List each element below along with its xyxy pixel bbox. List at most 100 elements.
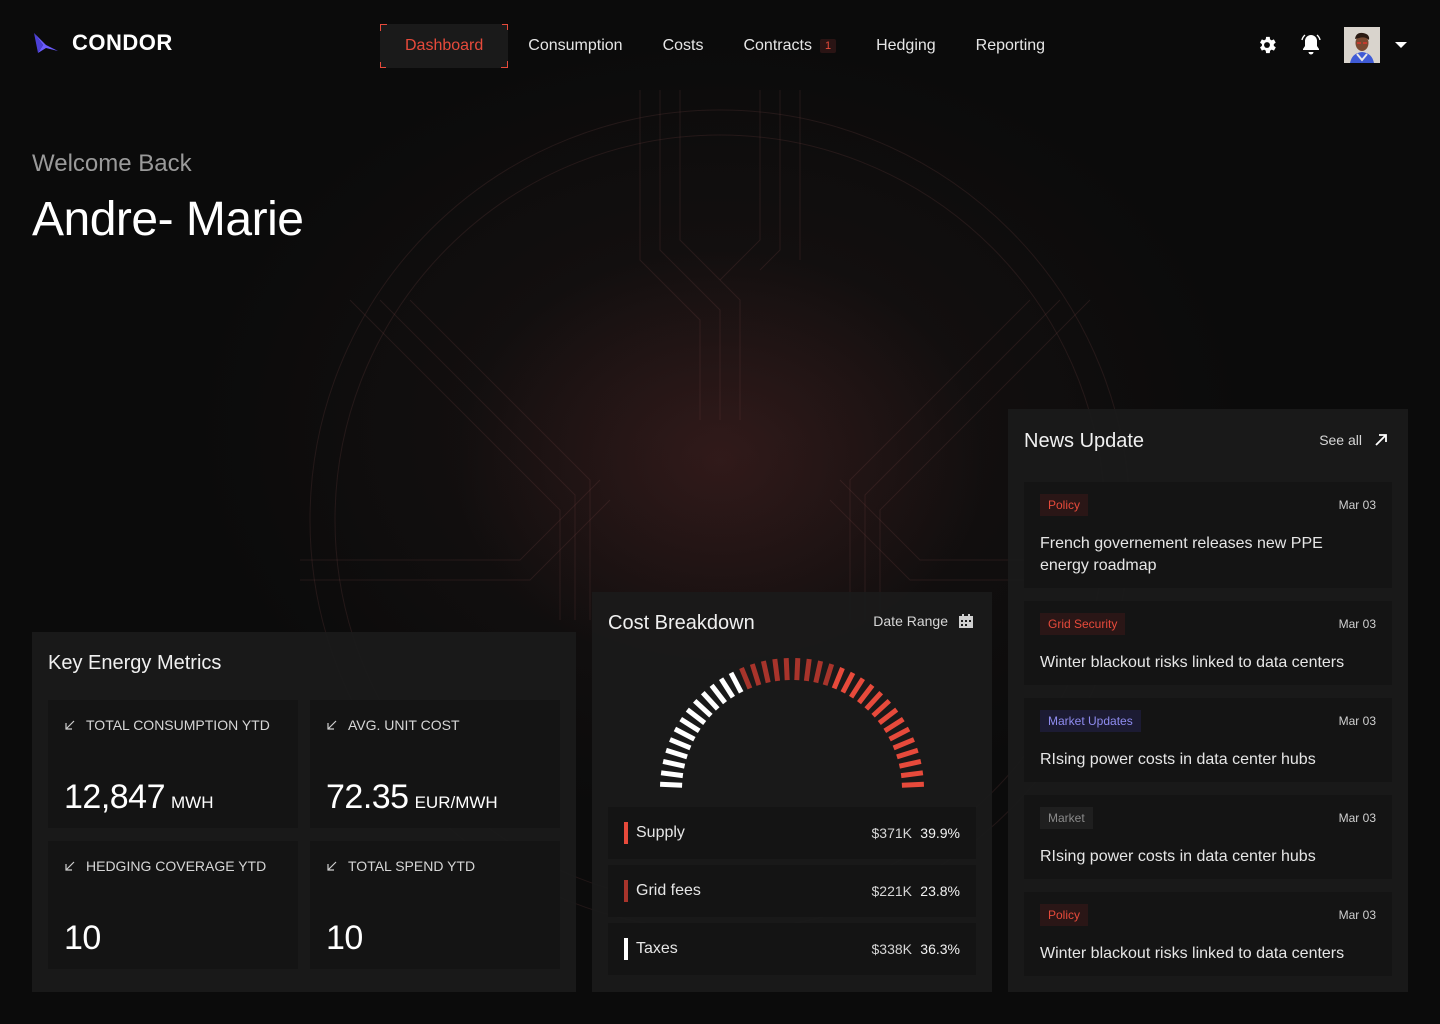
nav-dashboard-label: Dashboard: [405, 37, 484, 54]
metric-value: 12,847: [64, 778, 166, 816]
arrow-down-left-icon: [65, 720, 75, 730]
news-date: Mar 03: [1338, 498, 1376, 512]
arrow-down-left-icon: [327, 861, 337, 871]
cost-amount: $221K: [871, 883, 912, 899]
gauge-tick: [669, 737, 692, 751]
gauge-tick: [749, 663, 762, 686]
app-name: CONDOR: [72, 30, 173, 55]
nav-reporting-label: Reporting: [975, 37, 1046, 54]
metric-avg-unit-cost: AVG. UNIT COST 72.35 EUR/MWH: [310, 700, 560, 828]
news-date: Mar 03: [1338, 714, 1376, 728]
news-tag: Market: [1040, 807, 1093, 829]
gauge-tick: [848, 677, 866, 699]
taxes-color-bar: [624, 938, 628, 960]
grid-fees-color-bar: [624, 880, 628, 902]
news-headline: RIsing power costs in data center hubs: [1040, 751, 1316, 768]
gauge-tick: [822, 663, 835, 686]
nav-hedging-label: Hedging: [876, 37, 936, 54]
metric-unit: MWH: [171, 793, 214, 812]
gauge-tick: [896, 747, 919, 760]
arrow-down-left-icon: [327, 720, 337, 730]
cost-amount: $338K: [871, 941, 912, 957]
user-avatar[interactable]: [1344, 27, 1380, 63]
nav-contracts[interactable]: Contracts 1: [723, 24, 856, 68]
gauge-tick: [693, 698, 713, 718]
gauge-tick: [840, 671, 856, 694]
gear-icon: [1260, 36, 1276, 54]
contracts-count-badge: 1: [819, 39, 837, 53]
cost-percent: 39.9%: [920, 825, 960, 841]
metric-hedging-coverage: HEDGING COVERAGE YTD 10: [48, 841, 298, 969]
welcome-greeting: Welcome Back: [32, 150, 192, 177]
gauge-tick: [892, 737, 915, 751]
gauge-tick: [772, 658, 781, 682]
cost-percent: 23.8%: [920, 883, 960, 899]
gauge-tick: [685, 707, 707, 725]
news-headline: French governement releases new PPE ener…: [1040, 535, 1323, 574]
gauge-tick: [883, 716, 905, 734]
metric-label: TOTAL SPEND YTD: [348, 858, 476, 874]
nav-actions: [1256, 27, 1408, 63]
profile-menu-toggle[interactable]: [1394, 40, 1408, 50]
gauge-tick: [813, 660, 824, 684]
news-headline: Winter blackout risks linked to data cen…: [1040, 654, 1345, 671]
nav-consumption-label: Consumption: [528, 37, 623, 54]
metric-total-spend: TOTAL SPEND YTD 10: [310, 841, 560, 969]
user-name-heading: Andre- Marie: [32, 193, 304, 246]
notifications-button[interactable]: [1300, 33, 1322, 57]
nav-hedging[interactable]: Hedging: [856, 24, 956, 68]
cost-amount: $371K: [871, 825, 912, 841]
gauge-tick: [783, 657, 790, 681]
gauge-tick: [728, 671, 744, 694]
news-tag: Policy: [1040, 494, 1089, 516]
news-item[interactable]: Grid Security Mar 03 Winter blackout ris…: [1024, 601, 1392, 685]
main-nav: Dashboard Consumption Costs Contracts 1 …: [380, 24, 1065, 68]
metric-value: 10: [64, 919, 101, 957]
metric-label: HEDGING COVERAGE YTD: [86, 858, 267, 874]
gauge-tick: [857, 683, 875, 705]
nav-reporting[interactable]: Reporting: [956, 24, 1065, 68]
top-navbar: CONDOR Dashboard Consumption Costs Contr…: [0, 0, 1440, 92]
news-date: Mar 03: [1338, 617, 1376, 631]
see-all-label: See all: [1319, 432, 1362, 448]
nav-dashboard[interactable]: Dashboard: [380, 24, 509, 68]
nav-costs-label: Costs: [662, 37, 704, 54]
gauge-tick: [900, 770, 924, 779]
arrow-up-right-icon: [1375, 434, 1387, 446]
arrow-down-left-icon: [65, 861, 75, 871]
metric-label: TOTAL CONSUMPTION YTD: [86, 717, 270, 733]
news-item[interactable]: Market Mar 03 RIsing power costs in data…: [1024, 795, 1392, 879]
news-title: News Update: [1024, 430, 1145, 452]
gauge-tick: [901, 781, 925, 788]
gauge-tick: [718, 677, 736, 699]
cost-row-grid-fees: Grid fees $221K 23.8%: [608, 865, 976, 917]
news-tag: Policy: [1040, 904, 1089, 926]
cost-label: Supply: [636, 824, 685, 841]
news-headline: RIsing power costs in data center hubs: [1040, 848, 1316, 865]
nav-consumption[interactable]: Consumption: [508, 24, 642, 68]
nav-costs[interactable]: Costs: [643, 24, 724, 68]
see-all-link[interactable]: See all: [1319, 432, 1388, 448]
news-item[interactable]: Policy Mar 03 Winter blackout risks link…: [1024, 892, 1392, 976]
condor-logo-icon: [34, 33, 58, 53]
gauge-tick: [662, 758, 686, 769]
gauge-tick: [700, 691, 720, 711]
news-item[interactable]: Policy Mar 03 French governement release…: [1024, 482, 1392, 588]
metric-unit: EUR/MWH: [414, 793, 498, 812]
gauge-tick: [760, 660, 771, 684]
news-date: Mar 03: [1338, 811, 1376, 825]
metrics-title: Key Energy Metrics: [48, 652, 222, 674]
gauge-tick: [679, 716, 701, 734]
gauge-tick: [864, 691, 884, 711]
gauge-tick: [871, 698, 891, 718]
nav-contracts-label: Contracts: [743, 37, 812, 54]
news-item[interactable]: Market Updates Mar 03 RIsing power costs…: [1024, 698, 1392, 782]
logo[interactable]: CONDOR: [32, 30, 173, 56]
gauge-tick: [831, 667, 845, 690]
gauge-tick: [739, 667, 753, 690]
gauge-tick: [898, 758, 922, 769]
cost-gauge: [659, 657, 925, 788]
gauge-tick: [673, 726, 696, 742]
cost-percent: 36.3%: [920, 941, 960, 957]
settings-button[interactable]: [1256, 34, 1278, 56]
